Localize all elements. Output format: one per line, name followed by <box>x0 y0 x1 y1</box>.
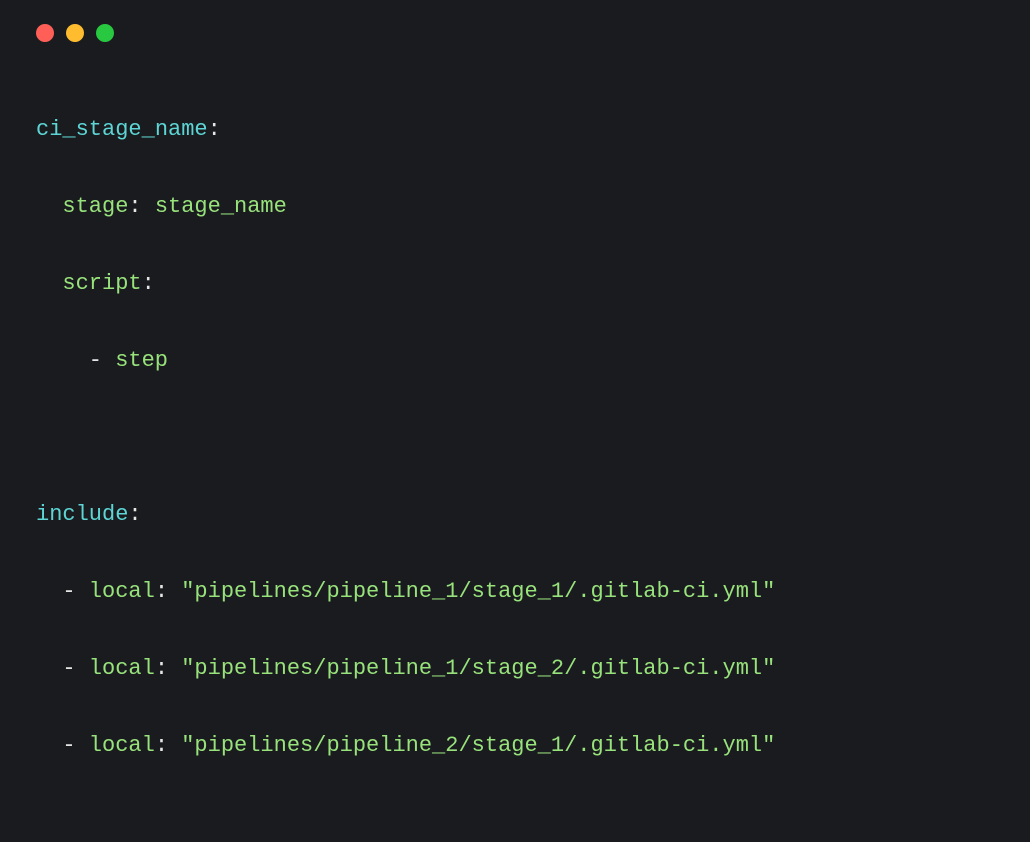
minimize-icon[interactable] <box>66 24 84 42</box>
dash: - <box>62 733 88 758</box>
code-line: include: <box>36 496 994 535</box>
code-window: ci_stage_name: stage: stage_name script:… <box>0 0 1030 514</box>
code-line: stage: stage_name <box>36 188 994 227</box>
yaml-value: step <box>115 348 168 373</box>
yaml-key: stage <box>62 194 128 219</box>
code-block: ci_stage_name: stage: stage_name script:… <box>0 60 1030 842</box>
maximize-icon[interactable] <box>96 24 114 42</box>
dash: - <box>89 348 115 373</box>
yaml-value: stage_name <box>155 194 287 219</box>
code-line: script: <box>36 265 994 304</box>
colon: : <box>128 502 141 527</box>
space <box>168 656 181 681</box>
code-line: - local: "pipelines/pipeline_2/stage_1/.… <box>36 727 994 766</box>
yaml-key: ci_stage_name <box>36 117 208 142</box>
yaml-string: "pipelines/pipeline_1/stage_2/.gitlab-ci… <box>181 656 775 681</box>
yaml-key: local <box>89 733 155 758</box>
colon: : <box>155 579 168 604</box>
code-line: - local: "pipelines/pipeline_1/stage_1/.… <box>36 573 994 612</box>
yaml-key: local <box>89 656 155 681</box>
close-icon[interactable] <box>36 24 54 42</box>
yaml-key: script <box>62 271 141 296</box>
colon: : <box>155 733 168 758</box>
colon: : <box>142 271 155 296</box>
yaml-key: include <box>36 502 128 527</box>
space <box>142 194 155 219</box>
colon: : <box>128 194 141 219</box>
colon: : <box>155 656 168 681</box>
dash: - <box>62 579 88 604</box>
code-line: - local: "pipelines/pipeline_1/stage_2/.… <box>36 650 994 689</box>
yaml-key: local <box>89 579 155 604</box>
dash: - <box>62 656 88 681</box>
code-line: - step <box>36 342 994 381</box>
yaml-string: "pipelines/pipeline_1/stage_1/.gitlab-ci… <box>181 579 775 604</box>
yaml-string: "pipelines/pipeline_2/stage_1/.gitlab-ci… <box>181 733 775 758</box>
window-titlebar <box>0 0 1030 60</box>
code-line: ci_stage_name: <box>36 111 994 150</box>
space <box>168 579 181 604</box>
colon: : <box>208 117 221 142</box>
code-line-blank <box>36 419 994 458</box>
space <box>168 733 181 758</box>
